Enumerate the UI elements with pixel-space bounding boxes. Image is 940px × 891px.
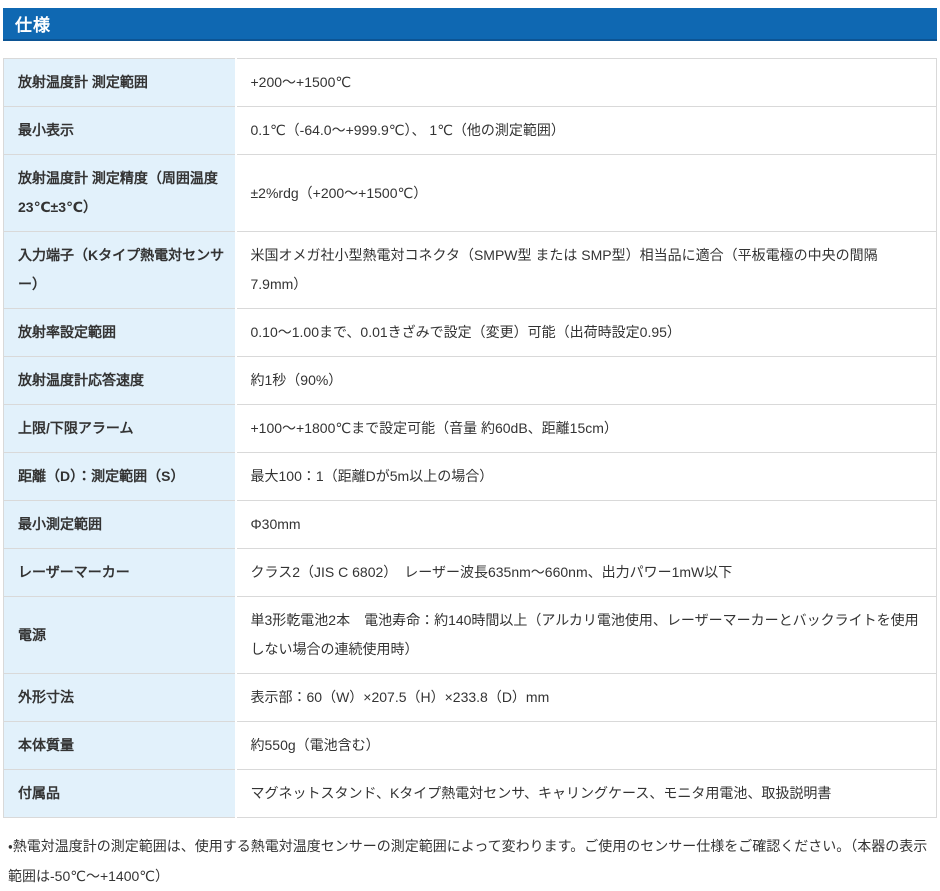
spec-value: クラス2（JIS C 6802） レーザー波長635nm～660nm、出力パワー… (236, 549, 937, 597)
spec-label: 放射温度計 測定精度（周囲温度23℃±3℃） (4, 155, 236, 232)
spec-value: 約550g（電池含む） (236, 722, 937, 770)
spec-value: 米国オメガ社小型熱電対コネクタ（SMPW型 または SMP型）相当品に適合（平板… (236, 232, 937, 309)
table-row: 放射温度計応答速度 約1秒（90%） (4, 357, 937, 405)
footnote: ・熱電対温度計の測定範囲は、使用する熱電対温度センサーの測定範囲によって変わりま… (3, 831, 937, 891)
spec-value: 表示部：60（W）×207.5（H）×233.8（D）mm (236, 674, 937, 722)
spec-label: 放射温度計応答速度 (4, 357, 236, 405)
table-row: 本体質量 約550g（電池含む） (4, 722, 937, 770)
spec-label: 電源 (4, 597, 236, 674)
spec-table: 放射温度計 測定範囲 +200～+1500℃ 最小表示 0.1℃（-64.0～+… (3, 58, 937, 818)
spec-label: レーザーマーカー (4, 549, 236, 597)
table-row: 最小測定範囲 Φ30mm (4, 501, 937, 549)
spec-value: 0.10～1.00まで、0.01きざみで設定（変更）可能（出荷時設定0.95） (236, 309, 937, 357)
page: 仕様 放射温度計 測定範囲 +200～+1500℃ 最小表示 0.1℃（-64.… (0, 0, 940, 891)
spec-value: 約1秒（90%） (236, 357, 937, 405)
spec-label: 付属品 (4, 770, 236, 818)
spec-value: +200～+1500℃ (236, 59, 937, 107)
spec-label: 距離（D）：測定範囲（S） (4, 453, 236, 501)
table-row: 放射温度計 測定精度（周囲温度23℃±3℃） ±2%rdg（+200～+1500… (4, 155, 937, 232)
table-row: 電源 単3形乾電池2本 電池寿命：約140時間以上（アルカリ電池使用、レーザーマ… (4, 597, 937, 674)
spec-label: 本体質量 (4, 722, 236, 770)
table-row: 放射温度計 測定範囲 +200～+1500℃ (4, 59, 937, 107)
table-row: 最小表示 0.1℃（-64.0～+999.9℃）、 1℃（他の測定範囲） (4, 107, 937, 155)
spec-label: 放射率設定範囲 (4, 309, 236, 357)
spec-value: 単3形乾電池2本 電池寿命：約140時間以上（アルカリ電池使用、レーザーマーカー… (236, 597, 937, 674)
table-row: 上限/下限アラーム +100～+1800℃まで設定可能（音量 約60dB、距離1… (4, 405, 937, 453)
table-row: 外形寸法 表示部：60（W）×207.5（H）×233.8（D）mm (4, 674, 937, 722)
table-row: レーザーマーカー クラス2（JIS C 6802） レーザー波長635nm～66… (4, 549, 937, 597)
spec-label: 入力端子（Kタイプ熱電対センサー） (4, 232, 236, 309)
spec-label: 最小測定範囲 (4, 501, 236, 549)
spec-value: マグネットスタンド、Kタイプ熱電対センサ、キャリングケース、モニタ用電池、取扱説… (236, 770, 937, 818)
spec-value: 0.1℃（-64.0～+999.9℃）、 1℃（他の測定範囲） (236, 107, 937, 155)
table-row: 入力端子（Kタイプ熱電対センサー） 米国オメガ社小型熱電対コネクタ（SMPW型 … (4, 232, 937, 309)
spec-label: 放射温度計 測定範囲 (4, 59, 236, 107)
spec-value: Φ30mm (236, 501, 937, 549)
spec-label: 上限/下限アラーム (4, 405, 236, 453)
section-header: 仕様 (3, 8, 937, 41)
spec-value: ±2%rdg（+200～+1500℃） (236, 155, 937, 232)
table-row: 距離（D）：測定範囲（S） 最大100：1（距離Dが5m以上の場合） (4, 453, 937, 501)
spec-label: 外形寸法 (4, 674, 236, 722)
section-title: 仕様 (15, 11, 51, 36)
spec-value: +100～+1800℃まで設定可能（音量 約60dB、距離15cm） (236, 405, 937, 453)
spec-label: 最小表示 (4, 107, 236, 155)
table-row: 放射率設定範囲 0.10～1.00まで、0.01きざみで設定（変更）可能（出荷時… (4, 309, 937, 357)
spec-value: 最大100：1（距離Dが5m以上の場合） (236, 453, 937, 501)
table-row: 付属品 マグネットスタンド、Kタイプ熱電対センサ、キャリングケース、モニタ用電池… (4, 770, 937, 818)
